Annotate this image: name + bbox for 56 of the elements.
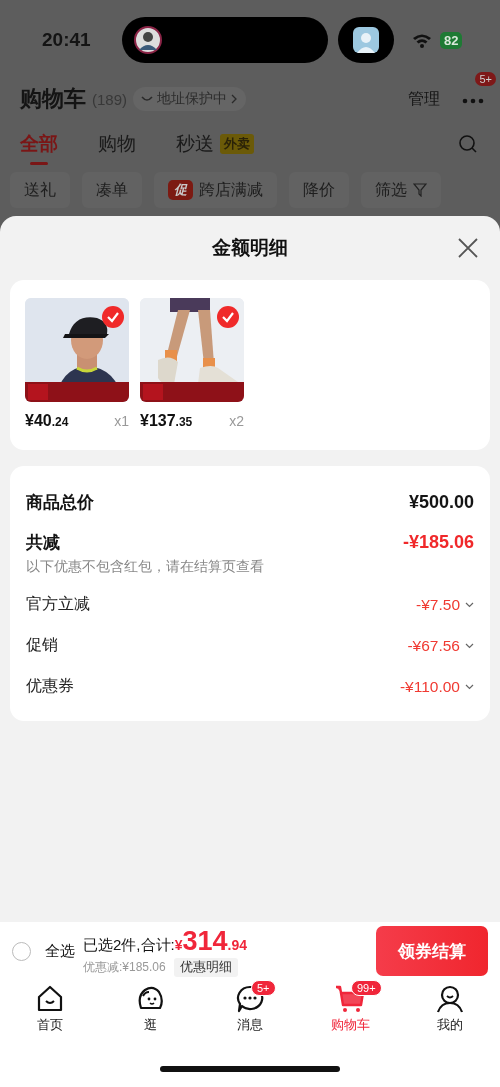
discount-detail-button[interactable]: 优惠明细: [173, 957, 238, 977]
discount-amount[interactable]: -¥67.56: [407, 636, 474, 655]
filter-chip[interactable]: 凑单: [82, 172, 142, 208]
promo-tag: 促: [168, 180, 193, 200]
discount-amount[interactable]: -¥110.00: [399, 677, 474, 696]
check-icon[interactable]: [217, 306, 239, 328]
discount-amount[interactable]: -¥7.50: [416, 595, 474, 614]
saved-amount: 优惠减:¥185.06: [83, 958, 166, 976]
notification-badge: 5+: [251, 980, 276, 996]
filter-chip[interactable]: 促 跨店满减: [154, 172, 277, 208]
checkout-button[interactable]: 领券结算: [376, 926, 488, 976]
notification-badge: 5+: [475, 72, 496, 86]
discount-type: 优惠券: [26, 676, 74, 696]
close-icon[interactable]: [458, 238, 478, 258]
item-price: ¥137.35: [140, 412, 193, 430]
nav-tab[interactable]: 逛: [143, 1016, 157, 1034]
notification-badge: 99+: [351, 980, 382, 996]
sheet-title: 金额明细: [212, 236, 288, 260]
discount-value: -¥185.06: [402, 531, 474, 553]
discount-label: 共减: [26, 531, 60, 554]
item-price: ¥40.24: [25, 412, 69, 430]
filter-chip[interactable]: 筛选: [361, 172, 441, 208]
check-icon[interactable]: [102, 306, 124, 328]
tag: 外卖: [220, 134, 254, 154]
more-icon[interactable]: [462, 98, 484, 104]
filter-icon: [413, 183, 427, 197]
total-price: ¥314.94: [174, 925, 247, 957]
selection-summary: 已选2件,合计:: [83, 935, 175, 955]
total-label: 商品总价: [26, 491, 94, 514]
smile-icon: [141, 95, 154, 103]
tab[interactable]: 秒送: [176, 125, 214, 163]
nav-tab[interactable]: 消息: [237, 1016, 263, 1034]
discount-type: 官方立减: [26, 594, 90, 614]
nav-tab[interactable]: 我的: [437, 1016, 463, 1034]
battery-level: 82: [440, 31, 463, 49]
item-quantity: x2: [229, 413, 244, 429]
avatar-icon: [353, 27, 379, 53]
person-icon[interactable]: [435, 984, 465, 1014]
manage-button[interactable]: 管理: [408, 88, 440, 110]
home-icon[interactable]: [35, 984, 65, 1014]
nav-tab[interactable]: 首页: [37, 1016, 63, 1034]
wifi-icon: [412, 32, 432, 48]
select-all-label[interactable]: 全选: [45, 941, 75, 961]
page-title: 购物车: [20, 85, 86, 113]
tab[interactable]: 购物: [98, 125, 136, 163]
chevron-right-icon: [231, 94, 239, 104]
clock: 20:41: [42, 29, 92, 51]
avatar-icon: [134, 26, 162, 54]
discount-type: 促销: [26, 635, 58, 655]
filter-chip[interactable]: 送礼: [10, 172, 70, 208]
filter-chip[interactable]: 降价: [289, 172, 349, 208]
nav-tab[interactable]: 购物车: [330, 1016, 370, 1034]
search-icon[interactable]: [458, 134, 478, 154]
item-quantity: x1: [114, 413, 129, 429]
total-value: ¥500.00: [408, 491, 474, 513]
discount-note: 以下优惠不包含红包，请在结算页查看: [26, 558, 265, 576]
